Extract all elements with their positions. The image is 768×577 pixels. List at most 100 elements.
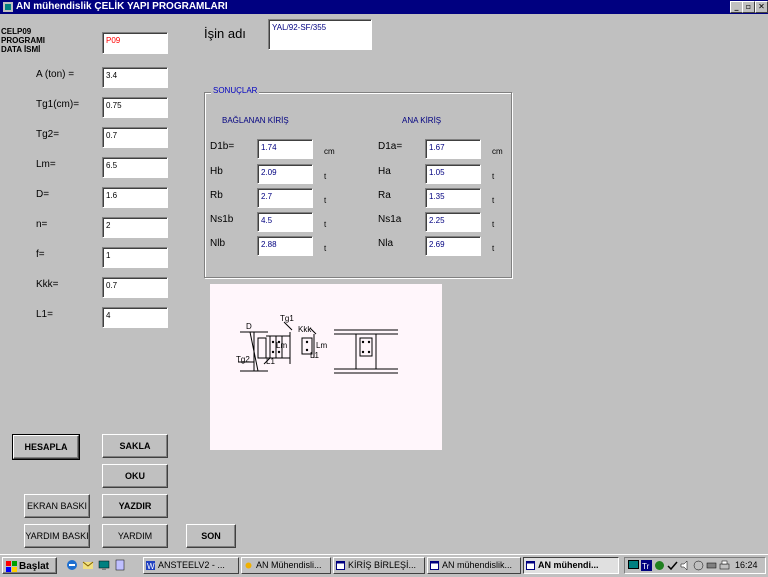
input-d[interactable]: 1.6	[102, 187, 168, 208]
volume-tray-icon[interactable]	[680, 560, 691, 571]
word-document-icon: W	[146, 561, 155, 570]
input-a[interactable]: 3.4	[102, 67, 168, 88]
restore-button[interactable]: ▫	[742, 1, 755, 13]
input-label-kkk: Kkk=	[36, 279, 59, 290]
channels-icon[interactable]	[114, 559, 126, 571]
results-group-title: SONUÇLAR	[211, 86, 260, 95]
windows-logo-icon	[6, 561, 17, 572]
language-tray-icon[interactable]: Tr	[641, 560, 652, 571]
input-n[interactable]: 2	[102, 217, 168, 238]
yardim-button[interactable]: YARDIM	[102, 524, 168, 548]
input-label-d: D=	[36, 189, 50, 200]
task-kiris-birlesim[interactable]: KİRİŞ BİRLEŞİ...	[333, 557, 425, 574]
task-ansteelv2[interactable]: W ANSTEELV2 - ...	[143, 557, 239, 574]
restore-icon: ▫	[745, 2, 752, 11]
result-ra: 1.35	[425, 188, 481, 208]
title-bar: AN mühendislik ÇELİK YAPI PROGRAMLARI _ …	[0, 0, 768, 14]
result-ns1b: 4.5	[257, 212, 313, 232]
input-label-lm: Lm=	[36, 159, 56, 170]
connected-beam-heading: BAĞLANAN KİRİŞ	[222, 116, 289, 125]
input-tg1[interactable]: 0.75	[102, 97, 168, 118]
show-desktop-icon[interactable]	[98, 559, 110, 571]
result-label-ra: Ra	[378, 190, 391, 201]
input-label-f: f=	[36, 249, 45, 260]
beam-connection-drawing: D Tg1 Kkk Lm Lm Tg2 L1 L1	[236, 314, 398, 374]
result-label-nlb: Nlb	[210, 238, 226, 249]
program-name-line2: PROGRAMI	[1, 36, 45, 45]
input-lm[interactable]: 6.5	[102, 157, 168, 178]
unit-ra: t	[492, 196, 495, 205]
task-label: KİRİŞ BİRLEŞİ...	[348, 560, 417, 570]
result-label-nla: Nla	[378, 238, 394, 249]
antivirus-tray-icon[interactable]	[693, 560, 704, 571]
input-kkk[interactable]: 0.7	[102, 277, 168, 298]
job-field[interactable]: YAL/92-SF/355	[268, 19, 372, 50]
unit-nlb: t	[324, 244, 327, 253]
result-nlb: 2.88	[257, 236, 313, 256]
hesapla-button[interactable]: HESAPLA	[12, 434, 80, 460]
sakla-button[interactable]: SAKLA	[102, 434, 168, 458]
son-button[interactable]: SON	[186, 524, 236, 548]
result-label-hb: Hb	[210, 166, 223, 177]
result-hb: 2.09	[257, 164, 313, 184]
task-label: AN Mühendisli...	[256, 560, 322, 570]
yazdir-button[interactable]: YAZDIR	[102, 494, 168, 518]
svg-text:W: W	[147, 562, 155, 570]
unit-ns1b: t	[324, 220, 327, 229]
input-label-tg2: Tg2=	[36, 129, 60, 140]
unit-hb: t	[324, 172, 327, 181]
scheduler-tray-icon[interactable]	[667, 560, 678, 571]
result-ha: 1.05	[425, 164, 481, 184]
close-icon: ✕	[758, 2, 765, 11]
data-name-field[interactable]: P09	[102, 32, 168, 54]
program-name-line3: DATA İSMİ	[1, 45, 41, 54]
start-button[interactable]: Başlat	[2, 557, 57, 574]
unit-nla: t	[492, 244, 495, 253]
modem-tray-icon[interactable]	[706, 560, 717, 571]
unit-rb: t	[324, 196, 327, 205]
task-an-muhendislik-2[interactable]: AN mühendislik...	[427, 557, 521, 574]
window-app-icon	[336, 561, 345, 570]
input-tg2[interactable]: 0.7	[102, 127, 168, 148]
network-tray-icon[interactable]	[654, 560, 665, 571]
task-label: AN mühendislik...	[442, 560, 513, 570]
diagram-label-lm: Lm	[276, 341, 287, 350]
monitor-tray-icon[interactable]	[628, 560, 639, 571]
result-rb: 2.7	[257, 188, 313, 208]
system-tray: Tr 16:24	[624, 557, 766, 574]
input-label-tg1: Tg1(cm)=	[36, 99, 80, 110]
unit-d1b: cm	[324, 147, 335, 156]
task-label: ANSTEELV2 - ...	[158, 560, 225, 570]
connection-diagram: D Tg1 Kkk Lm Lm Tg2 L1 L1	[210, 284, 442, 450]
sun-app-icon	[245, 562, 252, 569]
app-icon	[3, 2, 13, 12]
result-ns1a: 2.25	[425, 212, 481, 232]
task-an-muhendislik-active[interactable]: AN mühendi...	[523, 557, 619, 574]
diagram-label-lm-2: Lm	[316, 341, 327, 350]
result-d1a: 1.67	[425, 139, 481, 159]
oku-button[interactable]: OKU	[102, 464, 168, 488]
ekran-baski-button[interactable]: EKRAN BASKI	[24, 494, 90, 518]
result-label-d1b: D1b=	[210, 141, 235, 152]
outlook-express-icon[interactable]	[82, 559, 94, 571]
minimize-icon: _	[734, 2, 739, 11]
window-title: AN mühendislik ÇELİK YAPI PROGRAMLARI	[16, 1, 228, 12]
diagram-label-l1-2: L1	[310, 351, 319, 360]
diagram-label-tg1: Tg1	[280, 314, 294, 323]
unit-ha: t	[492, 172, 495, 181]
input-f[interactable]: 1	[102, 247, 168, 268]
diagram-label-kkk: Kkk	[298, 325, 312, 334]
task-an-muhendislik-1[interactable]: AN Mühendisli...	[241, 557, 331, 574]
yardim-baski-button[interactable]: YARDIM BASKI	[24, 524, 90, 548]
internet-explorer-icon[interactable]	[66, 559, 78, 571]
result-label-ha: Ha	[378, 166, 391, 177]
diagram-label-d: D	[246, 322, 252, 331]
main-beam-heading: ANA KİRİŞ	[402, 116, 442, 125]
job-label: İşin adı	[204, 26, 246, 41]
input-l1[interactable]: 4	[102, 307, 168, 328]
result-label-ns1b: Ns1b	[210, 214, 234, 225]
input-label-a: A (ton) =	[36, 69, 75, 80]
input-label-l1: L1=	[36, 309, 53, 320]
close-button[interactable]: ✕	[755, 1, 768, 13]
printer-tray-icon[interactable]	[719, 560, 730, 571]
